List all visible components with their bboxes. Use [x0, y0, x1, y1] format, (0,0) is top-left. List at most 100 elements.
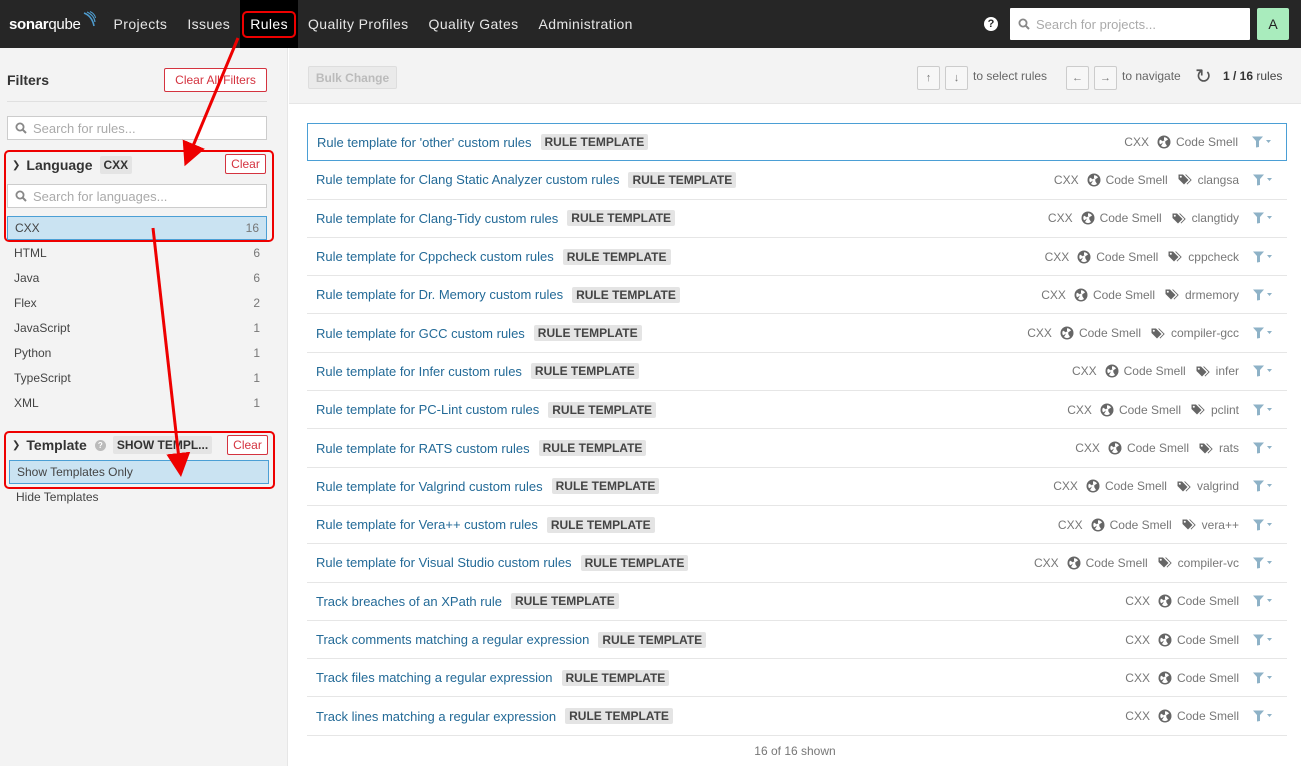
- rule-search-input[interactable]: [33, 120, 233, 136]
- rule-name-link[interactable]: Rule template for Valgrind custom rules: [316, 479, 543, 494]
- rule-name-link[interactable]: Track files matching a regular expressio…: [316, 670, 553, 685]
- project-search-input[interactable]: [1036, 16, 1236, 32]
- rule-row[interactable]: Rule template for Infer custom rules RULE…: [307, 353, 1287, 392]
- nav-rules[interactable]: Rules: [240, 0, 298, 48]
- nav-issues[interactable]: Issues: [177, 0, 240, 48]
- language-search-input[interactable]: [33, 188, 233, 204]
- rule-name-link[interactable]: Track comments matching a regular expres…: [316, 632, 589, 647]
- rule-tag[interactable]: pclint: [1211, 403, 1239, 417]
- template-clear-button[interactable]: Clear: [227, 435, 268, 455]
- facet-item-label: Java: [14, 271, 40, 285]
- rule-tag[interactable]: cppcheck: [1188, 250, 1239, 264]
- rule-name-link[interactable]: Track lines matching a regular expressio…: [316, 709, 556, 724]
- filter-dropdown-icon[interactable]: [1253, 251, 1273, 263]
- rule-language: CXX: [1075, 441, 1100, 456]
- rule-row[interactable]: Track comments matching a regular expres…: [307, 621, 1287, 660]
- filter-dropdown-icon[interactable]: [1253, 404, 1273, 416]
- language-clear-button[interactable]: Clear: [225, 154, 266, 174]
- rule-name-link[interactable]: Rule template for GCC custom rules: [316, 326, 525, 341]
- rule-name-link[interactable]: Rule template for Dr. Memory custom rule…: [316, 287, 563, 302]
- template-facet-header[interactable]: ❯ Template ? SHOW TEMPL...: [12, 436, 213, 454]
- clear-all-filters-button[interactable]: Clear All Filters: [164, 68, 267, 92]
- rule-row[interactable]: Track breaches of an XPath rule RULE TEMP…: [307, 583, 1287, 621]
- rule-tag[interactable]: drmemory: [1185, 288, 1239, 302]
- language-item-python[interactable]: Python 1: [7, 341, 267, 365]
- rule-tag[interactable]: clangsa: [1198, 173, 1239, 187]
- filter-dropdown-icon[interactable]: [1253, 595, 1273, 607]
- rule-row[interactable]: Rule template for Vera++ custom rules RUL…: [307, 506, 1287, 545]
- rule-type: Code Smell: [1096, 249, 1159, 264]
- filter-dropdown-icon[interactable]: [1253, 289, 1273, 301]
- language-item-xml[interactable]: XML 1: [7, 391, 267, 415]
- filter-dropdown-icon[interactable]: [1253, 442, 1273, 454]
- rule-row[interactable]: Rule template for Visual Studio custom r…: [307, 544, 1287, 583]
- rule-row[interactable]: Rule template for Clang-Tidy custom rule…: [307, 200, 1287, 238]
- filter-dropdown-icon[interactable]: [1253, 480, 1273, 492]
- template-item-show-only[interactable]: Show Templates Only: [9, 460, 269, 484]
- rule-row[interactable]: Rule template for PC-Lint custom rules RU…: [307, 391, 1287, 430]
- filter-dropdown-icon[interactable]: [1253, 710, 1273, 722]
- language-facet-header[interactable]: ❯ Language CXX: [12, 156, 133, 174]
- nav-administration[interactable]: Administration: [529, 0, 643, 48]
- rule-tag[interactable]: infer: [1216, 364, 1239, 378]
- rule-tag[interactable]: clangtidy: [1192, 211, 1239, 225]
- rule-row[interactable]: Rule template for Valgrind custom rules R…: [307, 468, 1287, 506]
- project-search[interactable]: [1010, 8, 1250, 40]
- help-icon[interactable]: ?: [94, 439, 106, 451]
- rule-tag[interactable]: vera++: [1202, 518, 1239, 532]
- bulk-change-button[interactable]: Bulk Change: [308, 66, 397, 89]
- rule-name-link[interactable]: Rule template for 'other' custom rules: [317, 135, 532, 150]
- nav-quality-gates[interactable]: Quality Gates: [419, 0, 529, 48]
- rule-tag[interactable]: compiler-gcc: [1171, 326, 1239, 340]
- refresh-icon[interactable]: ↻: [1195, 64, 1212, 89]
- language-item-flex[interactable]: Flex 2: [7, 291, 267, 315]
- code-smell-icon: [1158, 633, 1172, 647]
- language-item-typescript[interactable]: TypeScript 1: [7, 366, 267, 390]
- language-item-javascript[interactable]: JavaScript 1: [7, 316, 267, 340]
- sonarqube-logo[interactable]: sonar qube: [9, 0, 96, 48]
- rule-row[interactable]: Rule template for Cppcheck custom rules R…: [307, 238, 1287, 277]
- filter-dropdown-icon[interactable]: [1253, 327, 1273, 339]
- language-search[interactable]: [7, 184, 267, 208]
- language-item-cxx[interactable]: CXX 16: [7, 216, 267, 240]
- rule-tag[interactable]: rats: [1219, 441, 1239, 455]
- rule-row[interactable]: Rule template for Clang Static Analyzer …: [307, 161, 1287, 200]
- filter-dropdown-icon[interactable]: [1253, 174, 1273, 186]
- rule-name-link[interactable]: Rule template for Cppcheck custom rules: [316, 249, 554, 264]
- rule-name-link[interactable]: Rule template for RATS custom rules: [316, 441, 530, 456]
- rule-name-link[interactable]: Rule template for Visual Studio custom r…: [316, 555, 572, 570]
- rule-row[interactable]: Rule template for Dr. Memory custom rule…: [307, 276, 1287, 315]
- language-item-java[interactable]: Java 6: [7, 266, 267, 290]
- rule-tag[interactable]: compiler-vc: [1178, 556, 1239, 570]
- tag-icon: [1158, 556, 1173, 569]
- filter-dropdown-icon[interactable]: [1253, 672, 1273, 684]
- template-item-hide[interactable]: Hide Templates: [9, 485, 269, 509]
- filter-dropdown-icon[interactable]: [1253, 365, 1273, 377]
- filter-dropdown-icon[interactable]: [1253, 212, 1273, 224]
- rule-name-link[interactable]: Rule template for Clang-Tidy custom rule…: [316, 211, 558, 226]
- filter-dropdown-icon[interactable]: [1253, 557, 1273, 569]
- filter-dropdown-icon[interactable]: [1252, 136, 1272, 148]
- rule-name-link[interactable]: Rule template for Clang Static Analyzer …: [316, 172, 619, 187]
- rule-tag[interactable]: valgrind: [1197, 479, 1239, 493]
- filter-dropdown-icon[interactable]: [1253, 519, 1273, 531]
- nav-projects[interactable]: Projects: [104, 0, 178, 48]
- rule-name-link[interactable]: Rule template for Infer custom rules: [316, 364, 522, 379]
- language-item-html[interactable]: HTML 6: [7, 241, 267, 265]
- user-avatar[interactable]: A: [1257, 8, 1289, 40]
- rule-name-link[interactable]: Rule template for PC-Lint custom rules: [316, 402, 539, 417]
- help-icon[interactable]: ?: [984, 17, 998, 31]
- rule-search[interactable]: [7, 116, 267, 140]
- rule-name-link[interactable]: Rule template for Vera++ custom rules: [316, 517, 538, 532]
- rule-row[interactable]: Track files matching a regular expressio…: [307, 659, 1287, 698]
- key-left-hint: ←: [1066, 66, 1089, 90]
- rule-row[interactable]: Track lines matching a regular expressio…: [307, 697, 1287, 736]
- rule-row[interactable]: Rule template for GCC custom rules RULE T…: [307, 314, 1287, 353]
- filter-dropdown-icon[interactable]: [1253, 634, 1273, 646]
- rule-language: CXX: [1125, 632, 1150, 647]
- facet-item-count: 1: [253, 346, 260, 360]
- rule-row[interactable]: Rule template for 'other' custom rules RU…: [307, 123, 1287, 162]
- nav-quality-profiles[interactable]: Quality Profiles: [298, 0, 419, 48]
- rule-name-link[interactable]: Track breaches of an XPath rule: [316, 594, 502, 609]
- rule-row[interactable]: Rule template for RATS custom rules RULE …: [307, 429, 1287, 468]
